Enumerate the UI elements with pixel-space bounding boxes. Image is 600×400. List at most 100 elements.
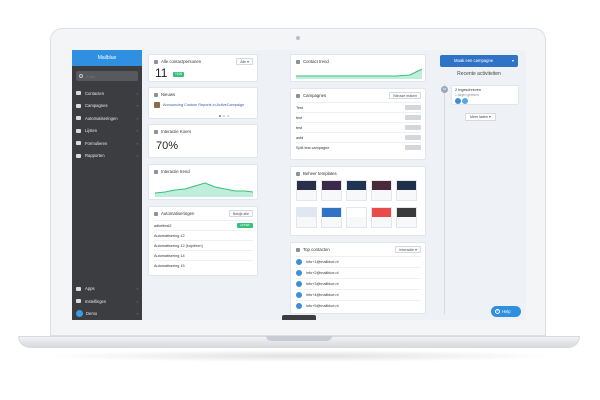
sidebar-item-label: Demo: [86, 311, 98, 317]
template-thumbnail[interactable]: [396, 207, 417, 228]
chevron-right-icon: ›: [136, 103, 138, 109]
template-thumbnail[interactable]: [321, 180, 342, 201]
table-row[interactable]: test: [296, 122, 421, 132]
table-row[interactable]: Automatisering 15: [154, 260, 253, 270]
chevron-right-icon: ›: [136, 128, 138, 134]
apps-icon: [76, 286, 81, 291]
table-row[interactable]: info+2@mailblue.nl: [296, 267, 421, 277]
gear-icon: [76, 299, 81, 304]
avatar: [455, 98, 461, 104]
sidebar: Mailblue Contacten › Campagnes › Automatis…: [72, 50, 142, 320]
top-contacts-filter-select[interactable]: Interactie ▾: [395, 246, 421, 253]
contacts-count: 11: [155, 66, 168, 80]
card-title: Beheer templates: [303, 171, 337, 176]
sidebar-item-instellingen[interactable]: Instellingen ›: [72, 295, 142, 308]
sidebar-item-label: Lijsten: [85, 128, 98, 134]
chevron-right-icon: ›: [136, 140, 138, 146]
table-row[interactable]: info+5@mailblue.nl: [296, 300, 421, 310]
automations-card: Automatiseringen Bekijk alle adbeltest2 A…: [148, 206, 258, 276]
card-title: Nieuws: [161, 92, 176, 97]
contacts-growth-badge: +100: [173, 72, 185, 77]
table-row[interactable]: Test: [296, 102, 421, 112]
search-input[interactable]: [86, 73, 136, 79]
create-campaign-button[interactable]: Maak een campagne ▾: [440, 55, 518, 67]
table-row[interactable]: Split test campagne: [296, 142, 421, 152]
table-row[interactable]: adbeltest2 ACTIEF: [154, 220, 253, 230]
automation-icon: [154, 211, 158, 216]
table-row[interactable]: info+3@mailblue.nl: [296, 278, 421, 288]
scroll-handle[interactable]: [282, 315, 316, 320]
sidebar-item-label: Rapporten: [85, 153, 105, 159]
chevron-right-icon: ›: [136, 90, 138, 96]
new-campaign-button[interactable]: Nieuwe maken: [389, 92, 421, 99]
template-thumbnail[interactable]: [296, 180, 317, 201]
interaction-rate-value: 70%: [156, 140, 179, 152]
template-thumbnail[interactable]: [346, 180, 367, 201]
card-title: Alle contactpersonen: [161, 59, 202, 64]
automation-icon: [76, 116, 81, 121]
user-icon: [296, 247, 300, 252]
question-icon: ?: [495, 309, 500, 314]
brand-logo[interactable]: Mailblue: [72, 50, 142, 66]
sidebar-item-lijsten[interactable]: Lijsten ›: [72, 125, 142, 138]
sidebar-item-label: Contacten: [85, 90, 105, 96]
sidebar-item-rapporten[interactable]: Rapporten ›: [72, 150, 142, 163]
news-icon: [154, 92, 158, 97]
activity-timeline: [444, 84, 445, 314]
table-row[interactable]: info+4@mailblue.nl: [296, 289, 421, 299]
chevron-down-icon[interactable]: ▾: [512, 55, 514, 67]
sidebar-item-automatiseringen[interactable]: Automatiseringen ›: [72, 112, 142, 125]
template-thumbnail[interactable]: [371, 207, 392, 228]
card-title: Interactie trend: [161, 169, 190, 174]
table-row[interactable]: info+1@mailblue.nl: [296, 256, 421, 266]
template-thumbnail[interactable]: [321, 207, 342, 228]
table-row[interactable]: Automatisering 14: [154, 250, 253, 260]
laptop-notch: [266, 336, 332, 341]
chevron-right-icon: ›: [136, 311, 138, 317]
table-row[interactable]: Automatisering 12 (kopiëren): [154, 240, 253, 250]
envelope-icon: [76, 103, 81, 108]
sidebar-item-apps[interactable]: Apps ›: [72, 283, 142, 296]
sidebar-item-label: Formulieren: [85, 140, 108, 146]
news-item[interactable]: Announcing Custom Reports in ActiveCampa…: [154, 102, 244, 108]
arrows-icon: [154, 129, 158, 134]
templates-card: Beheer templates: [290, 166, 426, 236]
help-button[interactable]: ? Help: [491, 306, 521, 317]
contacts-filter-select[interactable]: Alle ▾: [236, 58, 253, 65]
sidebar-search[interactable]: [76, 71, 138, 81]
load-more-button[interactable]: Meer laden ▾: [465, 113, 496, 121]
status-badge: [405, 135, 421, 140]
sidebar-item-formulieren[interactable]: Formulieren ›: [72, 137, 142, 150]
contact-trend-card: Contact trend: [290, 54, 426, 82]
template-thumbnail[interactable]: [296, 207, 317, 228]
laptop-mockup: Mailblue Contacten › Campagnes › Automatis…: [0, 0, 600, 400]
status-badge: [405, 145, 421, 150]
contact-trend-sparkline: [296, 68, 422, 79]
status-badge: [405, 105, 421, 110]
sidebar-item-label: Automatiseringen: [85, 115, 118, 121]
table-row[interactable]: asfd: [296, 132, 421, 142]
activity-item[interactable]: 2 Ingeschreven 1 dagen geleden: [451, 85, 519, 105]
template-thumbnail[interactable]: [346, 207, 367, 228]
sidebar-item-contacten[interactable]: Contacten ›: [72, 87, 142, 100]
search-icon: [79, 74, 83, 78]
avatar: [296, 302, 302, 309]
table-row[interactable]: test: [296, 112, 421, 122]
card-title: Top contacten: [303, 247, 330, 252]
campaigns-card: Campagnes Nieuwe maken Test test test as…: [290, 88, 426, 160]
template-icon: [296, 171, 300, 176]
carousel-dots[interactable]: [219, 115, 229, 117]
avatar: [296, 291, 302, 298]
sidebar-bottom: Apps › Instellingen › Demo ›: [72, 283, 142, 321]
automations-view-all-button[interactable]: Bekijk alle: [228, 210, 253, 217]
table-row[interactable]: Automatisering 12: [154, 230, 253, 240]
status-badge: [405, 115, 421, 120]
chart-icon: [76, 153, 81, 158]
template-thumbnail[interactable]: [371, 180, 392, 201]
interaction-rate-card: Interactie Koers 70%: [148, 124, 258, 158]
sidebar-item-campagnes[interactable]: Campagnes ›: [72, 100, 142, 113]
news-link[interactable]: Announcing Custom Reports in ActiveCampa…: [163, 103, 244, 107]
template-thumbnail[interactable]: [396, 180, 417, 201]
sidebar-item-demo[interactable]: Demo ›: [72, 308, 142, 321]
avatar: [296, 269, 302, 276]
